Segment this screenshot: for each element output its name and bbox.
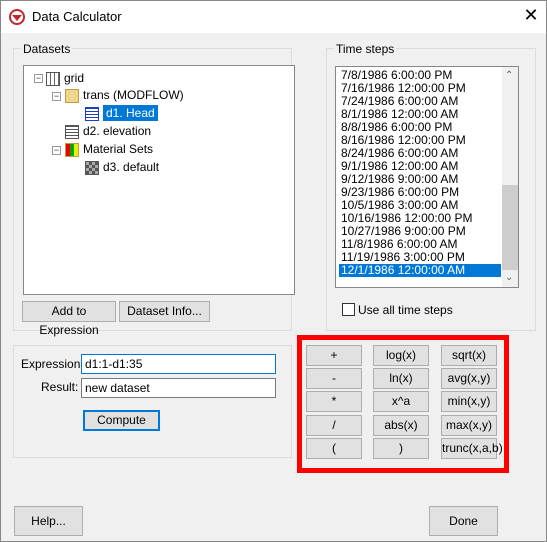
calc-button[interactable]: trunc(x,a,b) [441,438,503,459]
locked-folder-icon [65,88,79,103]
use-all-label: Use all time steps [358,303,453,317]
add-to-expression-button[interactable]: Add to Expression [22,301,116,337]
result-label: Result: [41,380,79,394]
timesteps-list[interactable]: ⌃ ⌄ 7/8/1986 6:00:00 PM 7/16/1986 12:00:0… [335,66,519,288]
calc-button[interactable]: abs(x) [373,415,429,436]
tree-item-d2[interactable]: d2. elevation [65,123,151,139]
datasets-label: Datasets [21,42,73,56]
calc-button[interactable]: / [306,415,362,436]
calc-button[interactable]: log(x) [373,345,429,366]
grid-icon [46,71,60,86]
calc-button[interactable]: ( [306,438,362,459]
tree-label: trans (MODFLOW) [83,88,184,102]
calc-button[interactable]: - [306,368,362,389]
tree-item-trans[interactable]: trans (MODFLOW) [65,87,184,103]
tree-label: d3. default [103,160,160,174]
tree-item-material-sets[interactable]: Material Sets [65,141,153,157]
dataset-info-button[interactable]: Dataset Info... [119,301,210,322]
scroll-down-icon[interactable]: ⌄ [505,272,513,283]
close-icon[interactable]: ✕ [521,5,541,26]
result-input[interactable] [81,378,276,398]
dataset-tree[interactable]: − grid − trans (MODFLOW) d1. Head d2. el… [23,65,295,295]
tree-item-d3[interactable]: d3. default [85,159,159,175]
scroll-up-icon[interactable]: ⌃ [505,70,513,81]
tree-item-d1[interactable]: d1. Head [85,105,158,121]
timestep-item[interactable]: 12/1/1986 12:00:00 AM [339,264,501,277]
dataset-icon [85,106,99,121]
scrollbar-thumb[interactable] [502,185,518,270]
window-title: Data Calculator [32,9,122,24]
expression-input[interactable] [81,354,276,374]
calculator-logo-icon [9,9,25,25]
title-bar: Data Calculator ✕ [1,1,546,33]
tree-label: d1. Head [103,105,158,121]
calc-button[interactable]: * [306,391,362,412]
tree-item-grid[interactable]: grid [46,70,84,86]
material-folder-icon [65,142,79,157]
calc-button[interactable]: ln(x) [373,368,429,389]
calc-button[interactable]: sqrt(x) [441,345,497,366]
done-button[interactable]: Done [429,506,498,536]
dataset-icon [65,124,79,139]
tree-label: d2. elevation [83,124,152,138]
collapse-icon[interactable]: − [34,74,43,83]
help-button[interactable]: Help... [14,506,83,536]
tree-label: grid [64,71,85,85]
calc-button[interactable]: avg(x,y) [441,368,497,389]
calc-button[interactable]: + [306,345,362,366]
scrollbar[interactable]: ⌃ ⌄ [502,67,518,287]
calc-button[interactable]: max(x,y) [441,415,497,436]
material-dataset-icon [85,160,99,175]
timesteps-label: Time steps [334,42,397,56]
calc-button[interactable]: min(x,y) [441,391,497,412]
expression-label: Expression: [21,357,84,371]
collapse-icon[interactable]: − [52,92,61,101]
tree-label: Material Sets [83,142,154,156]
use-all-checkbox[interactable] [342,303,355,316]
calc-button[interactable]: ) [373,438,429,459]
calc-button[interactable]: x^a [373,391,429,412]
collapse-icon[interactable]: − [52,146,61,155]
compute-button[interactable]: Compute [83,410,160,431]
